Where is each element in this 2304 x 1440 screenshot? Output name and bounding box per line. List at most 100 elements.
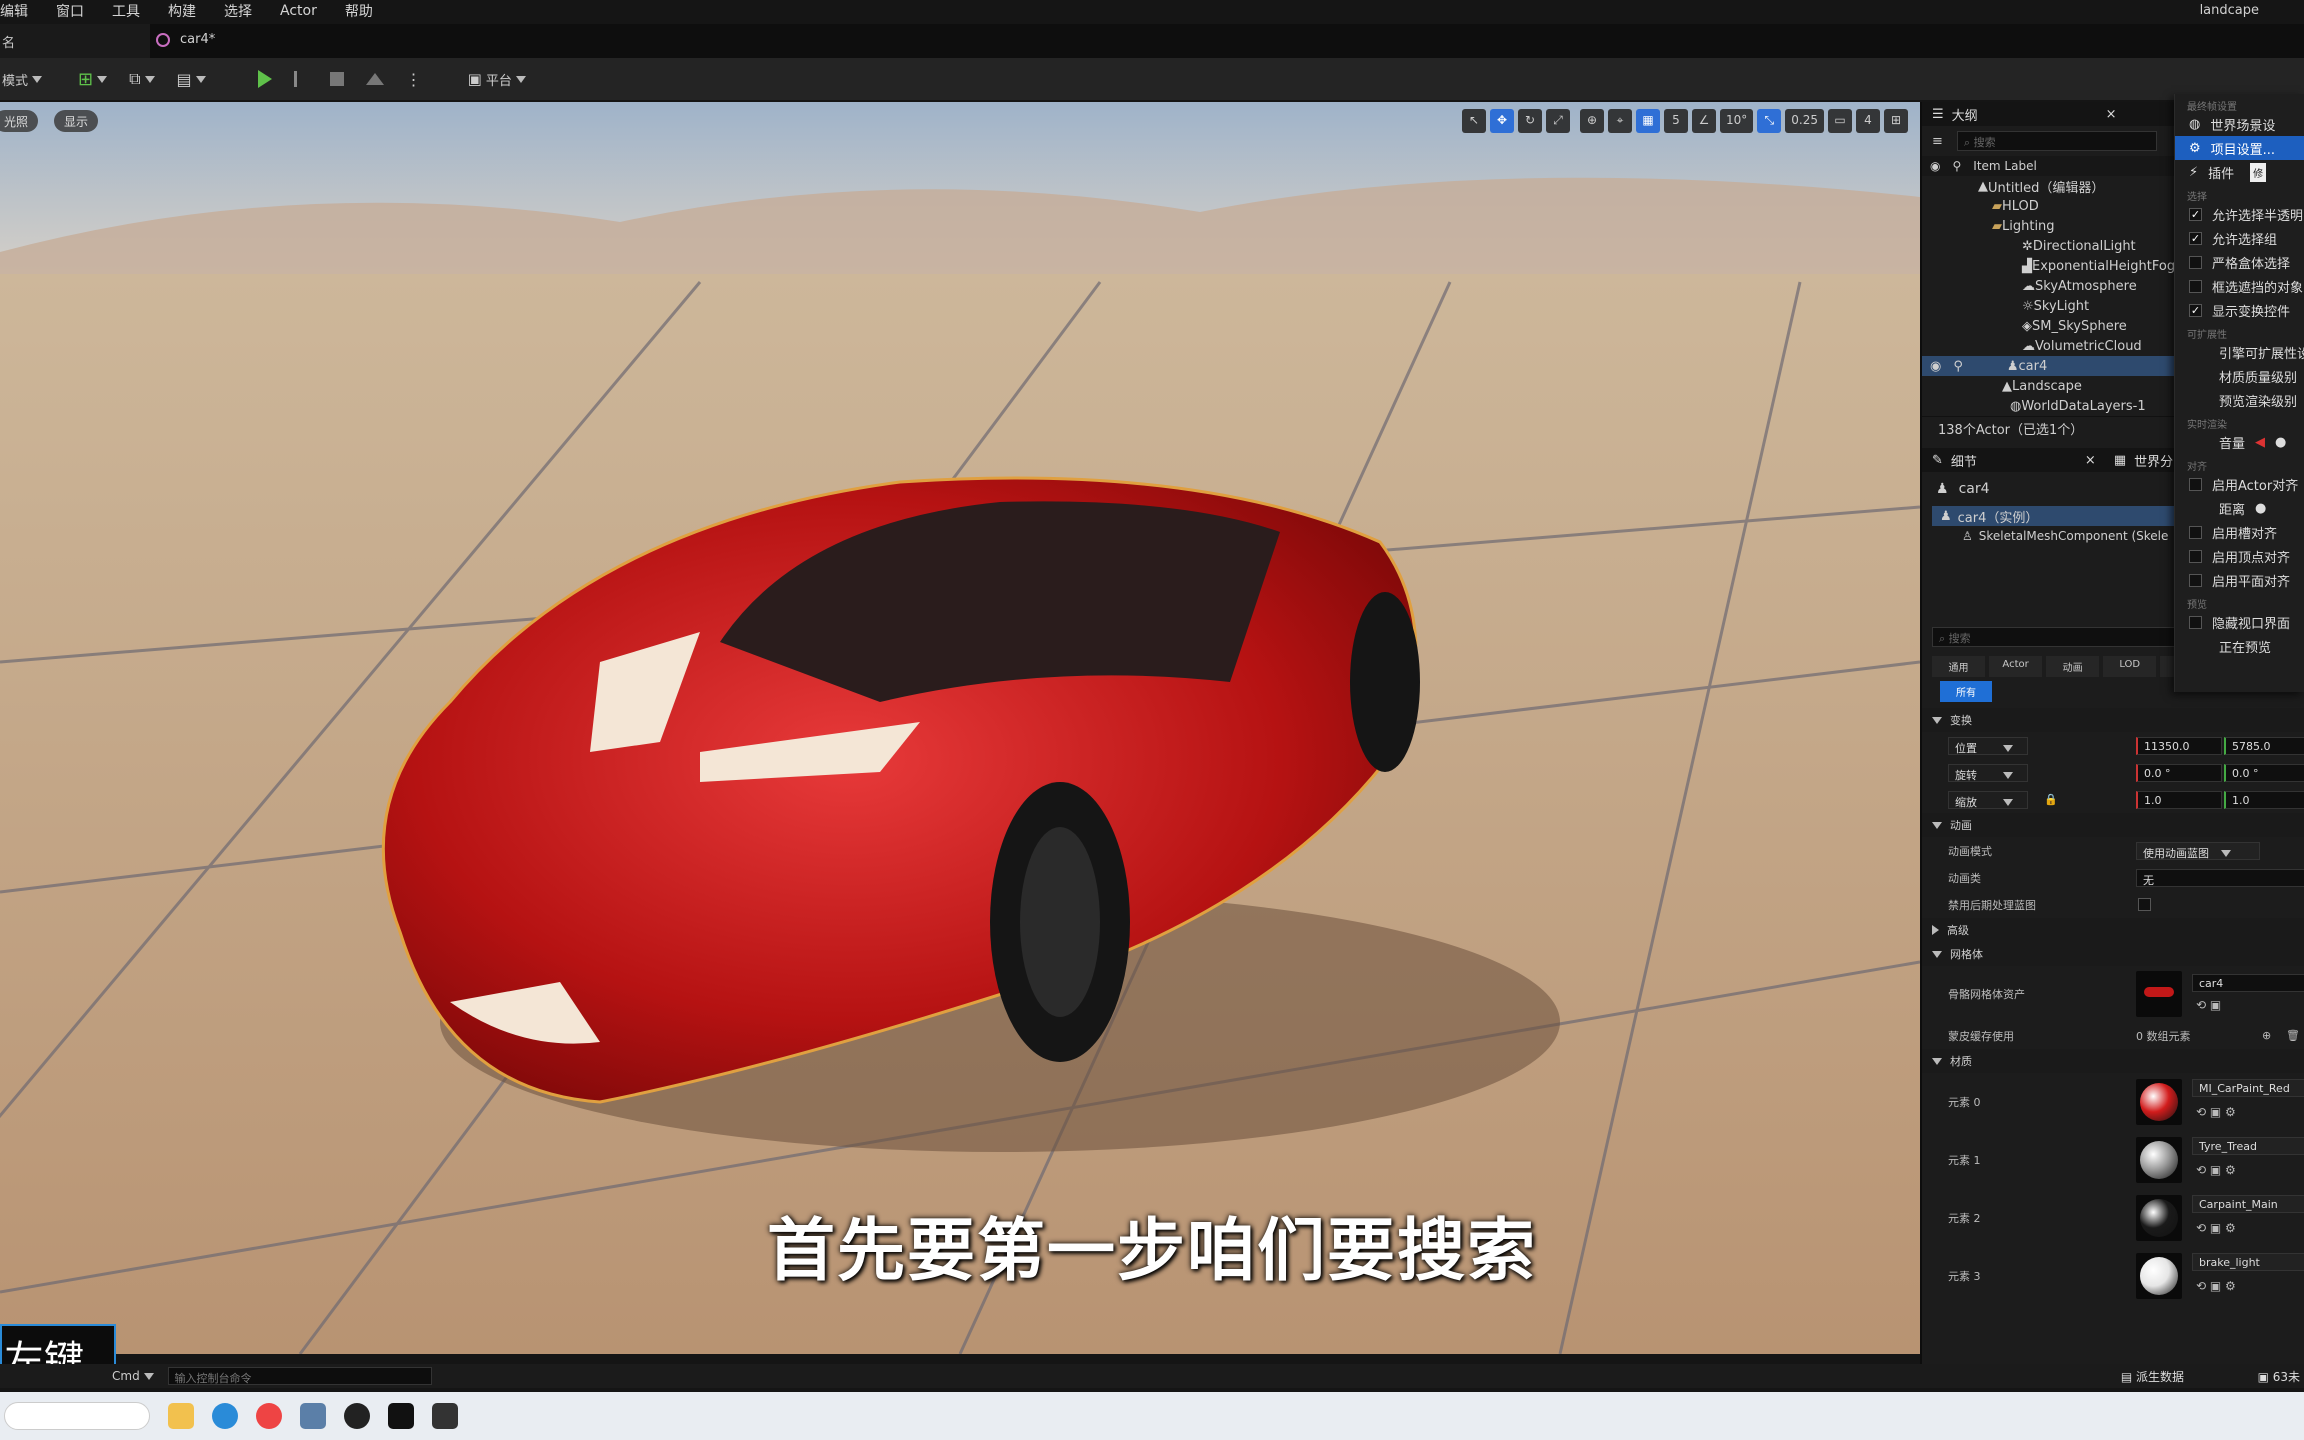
material-thumbnail[interactable] (2136, 1195, 2182, 1241)
option-allow-group[interactable]: ✓ 允许选择组 (2175, 226, 2304, 250)
location-x[interactable]: 11350.0 (2136, 736, 2222, 755)
checkbox-checked[interactable]: ✓ (2189, 303, 2202, 317)
layout-icon[interactable]: ⊞ (1884, 109, 1908, 133)
step-button[interactable] (293, 71, 308, 87)
mode-dropdown[interactable]: 模式 (2, 70, 43, 89)
material-dropdown[interactable]: Tyre_Tread (2192, 1137, 2304, 1155)
filter-actor[interactable]: Actor (1989, 656, 2043, 677)
anim-class-field[interactable]: 无 (2136, 868, 2304, 887)
material-thumbnail[interactable] (2136, 1137, 2182, 1183)
scale-snap-icon[interactable]: ⤡ (1757, 109, 1782, 133)
location-y[interactable]: 5785.0 (2224, 736, 2304, 755)
option-hide-viewport-ui[interactable]: 隐藏视口界面 (2175, 610, 2304, 634)
add-actor-button[interactable]: ⊞ (78, 69, 108, 90)
menu-tools[interactable]: 工具 (98, 1, 154, 21)
rotation-x[interactable]: 0.0 ° (2136, 763, 2222, 782)
option-actor-snap[interactable]: 启用Actor对齐 (2175, 472, 2304, 496)
browse-material-icon[interactable]: ⟲ ▣ ⚙ (2196, 1163, 2236, 1177)
unsaved-button[interactable]: ▣ 63未 (2258, 1368, 2300, 1385)
surface-snap-icon[interactable]: ⌖ (1608, 109, 1632, 133)
menu-window[interactable]: 窗口 (42, 1, 98, 21)
menu-item-material-quality[interactable]: 材质质量级别 (2175, 364, 2304, 388)
column-item-label[interactable]: Item Label (1973, 159, 2037, 173)
section-mesh[interactable]: 网格体 (1922, 942, 2304, 966)
option-socket-snap[interactable]: 启用槽对齐 (2175, 520, 2304, 544)
grid-snap-icon[interactable]: ▦ (1636, 109, 1660, 133)
checkbox[interactable] (2189, 549, 2202, 563)
menu-item-volume[interactable]: 音量 ◀ ● (2175, 430, 2304, 454)
menu-item-distance[interactable]: 距离 ● (2175, 496, 2304, 520)
angle-snap-icon[interactable]: ∠ (1692, 109, 1716, 133)
checkbox[interactable] (2189, 615, 2202, 629)
section-advanced[interactable]: 高级 (1922, 918, 2304, 942)
camera-speed[interactable]: 4 (1856, 109, 1880, 133)
browse-material-icon[interactable]: ⟲ ▣ ⚙ (2196, 1279, 2236, 1293)
material-thumbnail[interactable] (2136, 1079, 2182, 1125)
material-dropdown[interactable]: brake_light (2192, 1253, 2304, 1271)
checkbox-checked[interactable]: ✓ (2189, 207, 2202, 221)
camera-speed-icon[interactable]: ▭ (1828, 109, 1852, 133)
lit-mode-button[interactable]: 光照 (0, 110, 39, 132)
add-element-icon[interactable]: ⊕ (2262, 1029, 2271, 1042)
option-allow-translucent[interactable]: ✓ 允许选择半透明 (2175, 202, 2304, 226)
checkbox[interactable] (2189, 279, 2202, 293)
calculator-icon[interactable] (300, 1403, 326, 1429)
eye-icon[interactable]: ◉ (1930, 159, 1940, 173)
menu-select[interactable]: 选择 (210, 1, 266, 21)
menu-item-previewing[interactable]: 正在预览 (2175, 634, 2304, 658)
menu-build[interactable]: 构建 (154, 1, 210, 21)
browse-material-icon[interactable]: ⟲ ▣ ⚙ (2196, 1221, 2236, 1235)
play-button[interactable] (257, 70, 272, 88)
option-plane-snap[interactable]: 启用平面对齐 (2175, 568, 2304, 592)
derived-data-button[interactable]: ▤ 派生数据 (2121, 1368, 2184, 1385)
option-strict-box[interactable]: 严格盒体选择 (2175, 250, 2304, 274)
checkbox-checked[interactable]: ✓ (2189, 231, 2202, 245)
rotate-tool-icon[interactable]: ↻ (1518, 109, 1542, 133)
scale-x[interactable]: 1.0 (2136, 790, 2222, 809)
checkbox[interactable] (2189, 573, 2202, 587)
material-thumbnail[interactable] (2136, 1253, 2182, 1299)
taskbar-search[interactable] (4, 1402, 150, 1430)
material-dropdown[interactable]: MI_CarPaint_Red (2192, 1079, 2304, 1097)
console-input[interactable]: 输入控制台命令 (167, 1367, 432, 1385)
filter-general[interactable]: 通用 (1932, 656, 1986, 677)
scale-tool-icon[interactable]: ⤢ (1546, 109, 1570, 133)
filter-icon[interactable]: ≡ (1932, 134, 1943, 149)
eject-button[interactable] (365, 73, 384, 85)
anim-mode-dropdown[interactable]: 使用动画蓝图 (2136, 841, 2260, 860)
menu-item-plugins[interactable]: ⚡ 插件修 (2175, 160, 2304, 184)
section-transform[interactable]: 变换 (1922, 708, 2304, 732)
mesh-thumbnail[interactable] (2136, 971, 2182, 1017)
browse-material-icon[interactable]: ⟲ ▣ ⚙ (2196, 1105, 2236, 1119)
outliner-search-input[interactable]: ⌕ 搜索 (1956, 131, 2157, 151)
tab-left[interactable]: 名 (0, 24, 150, 58)
checkbox[interactable] (2189, 525, 2202, 539)
section-animation[interactable]: 动画 (1922, 813, 2304, 837)
world-space-icon[interactable]: ⊕ (1580, 109, 1604, 133)
unreal-icon[interactable] (388, 1403, 414, 1429)
level-viewport[interactable]: 光照 显示 ↖ ✥ ↻ ⤢ ⊕ ⌖ ▦ 5 ∠ 10° ⤡ 0.25 ▭ 4 ⊞ (0, 102, 1920, 1354)
menu-edit[interactable]: 编辑 (0, 1, 42, 21)
tab-car4[interactable]: car4* (156, 32, 215, 47)
menu-actor[interactable]: Actor (266, 3, 331, 19)
option-box-occluded[interactable]: 框选遮挡的对象 (2175, 274, 2304, 298)
filter-lod[interactable]: LOD (2103, 656, 2157, 677)
menu-help[interactable]: 帮助 (331, 1, 387, 21)
disable-post-checkbox[interactable] (2138, 898, 2151, 911)
move-tool-icon[interactable]: ✥ (1490, 109, 1514, 133)
checkbox[interactable] (2189, 477, 2202, 491)
menu-item-world-settings[interactable]: ◍ 世界场景设 (2175, 112, 2304, 136)
section-materials[interactable]: 材质 (1922, 1049, 2304, 1073)
cmd-dropdown[interactable]: Cmd (112, 1369, 154, 1383)
tab-details[interactable]: 细节 (1951, 451, 1977, 470)
location-dropdown[interactable]: 位置 (1948, 736, 2028, 755)
checkbox[interactable] (2189, 255, 2202, 269)
file-explorer-icon[interactable] (168, 1403, 194, 1429)
scale-size[interactable]: 0.25 (1785, 109, 1824, 133)
option-show-transform[interactable]: ✓ 显示变换控件 (2175, 298, 2304, 322)
material-dropdown[interactable]: Carpaint_Main (2192, 1195, 2304, 1213)
volume-slider[interactable]: ● (2275, 435, 2286, 450)
chrome-icon[interactable] (256, 1403, 282, 1429)
eye-icon[interactable]: ◉ (1930, 359, 1941, 374)
filter-animation[interactable]: 动画 (2046, 656, 2100, 677)
